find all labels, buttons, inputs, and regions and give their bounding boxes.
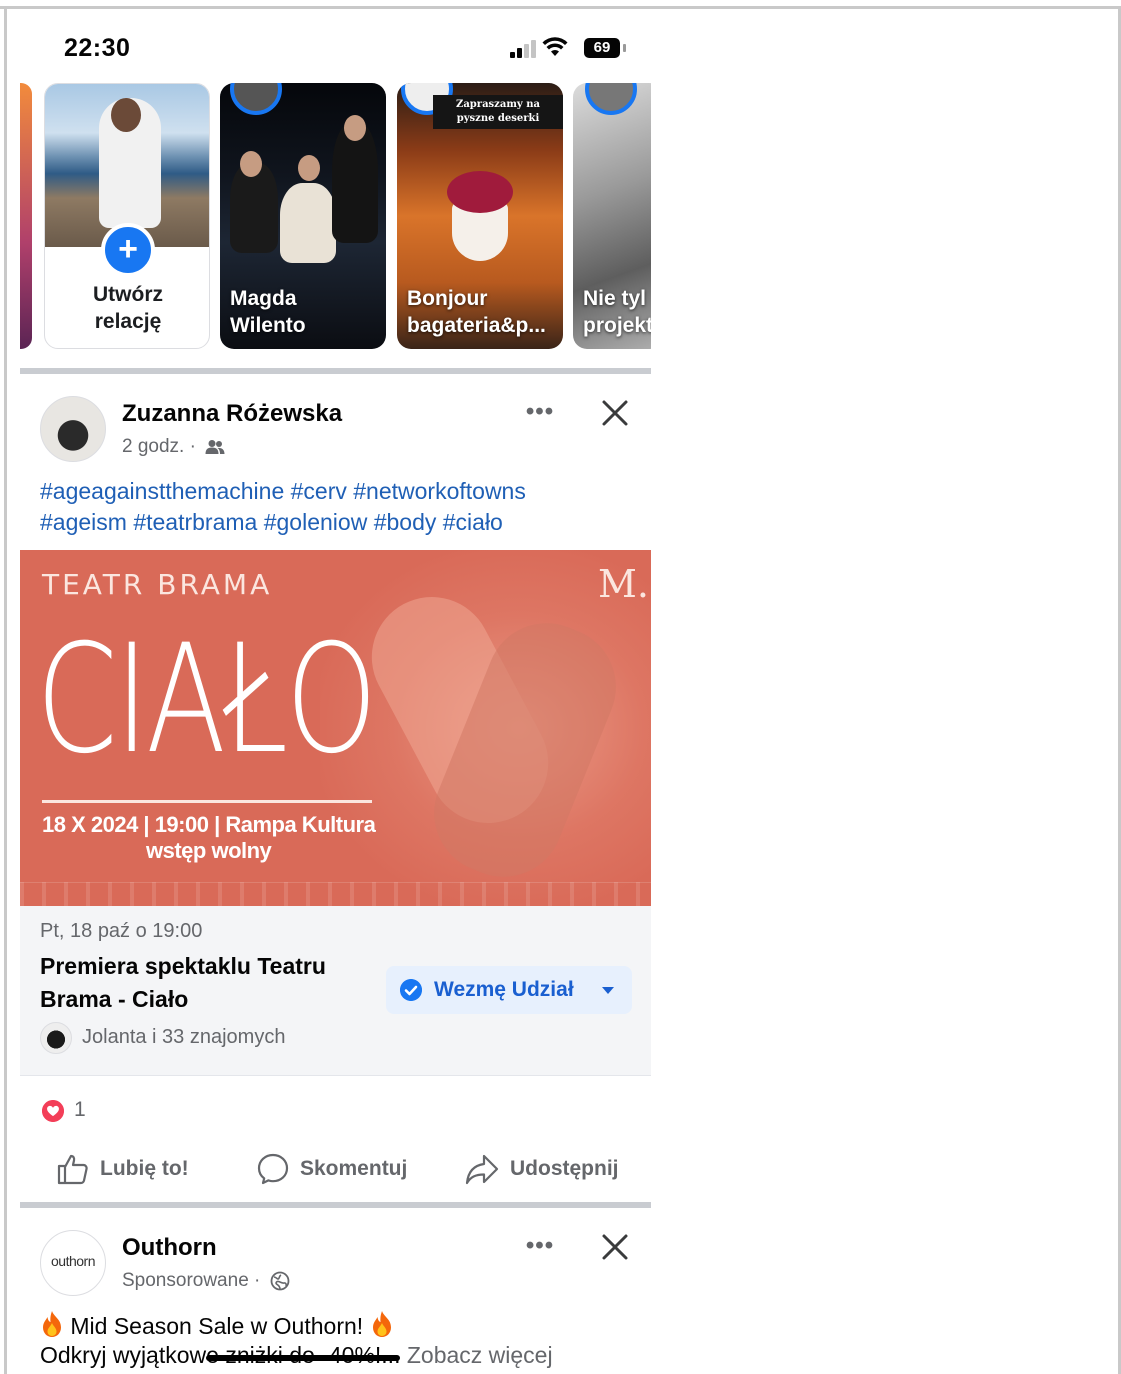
close-icon[interactable]	[598, 396, 632, 430]
author-avatar[interactable]	[40, 396, 106, 462]
story-bonjour-bagateria[interactable]: Zapraszamy na pyszne deserki Bonjour bag…	[397, 83, 563, 349]
fire-icon	[372, 1311, 391, 1337]
like-button[interactable]: Lubię to!	[56, 1152, 189, 1186]
decorative-pattern	[20, 882, 651, 906]
sponsored-meta: Sponsorowane ·	[122, 1270, 290, 1292]
post-time[interactable]: 2 godz.	[122, 436, 184, 457]
more-options-button[interactable]: •••	[520, 1232, 560, 1260]
ad-text-line2: Odkryj wyjątkowe zniżki do -40%!... Zoba…	[40, 1342, 553, 1369]
check-circle-icon	[400, 979, 422, 1001]
event-date: Pt, 18 paź o 19:00	[40, 920, 203, 942]
post-author[interactable]: Zuzanna Różewska	[122, 400, 342, 428]
going-button[interactable]: Wezmę Udział	[386, 966, 632, 1014]
see-more-link[interactable]: Zobacz więcej	[407, 1342, 553, 1368]
screenshot-border-top	[0, 6, 1121, 9]
story-overlay-text: Zapraszamy na pyszne deserki	[433, 95, 563, 129]
thumbs-up-icon	[57, 1154, 88, 1185]
globe-icon	[270, 1271, 290, 1291]
story-nie-tylko-projekt[interactable]: Nie tyl projekt	[573, 83, 651, 349]
create-story-label: Utwórz relację	[93, 283, 163, 333]
comment-button[interactable]: Skomentuj	[256, 1152, 407, 1186]
phone-screen: 22:30 69 + Utwórz relację Magda Wilento …	[20, 10, 651, 1374]
advertiser-avatar[interactable]: outhorn	[40, 1230, 106, 1296]
screenshot-border-left	[4, 6, 7, 1374]
stories-carousel[interactable]: + Utwórz relację Magda Wilento Zapraszam…	[20, 83, 651, 351]
theatre-name: TEATR BRAMA	[42, 568, 273, 601]
story-avatar-ring	[230, 83, 282, 115]
story-name: Nie tyl projekt	[583, 287, 651, 337]
show-title: CIAŁO	[36, 613, 378, 787]
event-info-line: 18 X 2024 | 19:00 | Rampa Kultura	[42, 812, 376, 837]
story-previous[interactable]	[20, 83, 32, 349]
like-label: Lubię to!	[100, 1157, 189, 1180]
friends-icon	[205, 439, 225, 454]
story-magda-wilento[interactable]: Magda Wilento	[220, 83, 386, 349]
share-arrow-icon	[465, 1154, 499, 1185]
going-label: Wezmę Udział	[434, 978, 574, 1001]
comment-bubble-icon	[257, 1153, 289, 1185]
caret-down-icon	[602, 987, 614, 994]
event-cover-image[interactable]: TEATR BRAMA M. CIAŁO 18 X 2024 | 19:00 |…	[20, 550, 651, 906]
post-hashtags[interactable]: #ageagainstthemachine #cerv #networkofto…	[40, 476, 640, 538]
battery-icon: 69	[584, 38, 620, 58]
signal-icon	[510, 40, 536, 58]
story-avatar-ring	[585, 83, 637, 115]
story-name: Bonjour bagateria&p...	[407, 287, 546, 337]
status-icons: 69	[510, 36, 630, 60]
battery-tip	[623, 44, 626, 52]
share-label: Udostępnij	[510, 1157, 619, 1180]
more-options-button[interactable]: •••	[520, 398, 560, 426]
section-divider	[20, 368, 651, 374]
reaction-count[interactable]: 1	[74, 1098, 86, 1122]
title-rule	[42, 800, 372, 803]
event-card[interactable]: Pt, 18 paź o 19:00 Premiera spektaklu Te…	[20, 906, 651, 1076]
comment-label: Skomentuj	[300, 1157, 408, 1180]
status-time: 22:30	[64, 34, 131, 62]
share-button[interactable]: Udostępnij	[464, 1152, 619, 1186]
ad-text-line1: Mid Season Sale w Outhorn!	[40, 1310, 394, 1340]
advertiser-name[interactable]: Outhorn	[122, 1234, 217, 1262]
plus-icon[interactable]: +	[101, 223, 155, 277]
advertiser-logo-text: outhorn	[51, 1253, 95, 1269]
create-story-card[interactable]: + Utwórz relację	[44, 83, 210, 349]
sponsored-label[interactable]: Sponsorowane	[122, 1270, 249, 1291]
event-title[interactable]: Premiera spektaklu Teatru Brama - Ciało	[40, 950, 380, 1016]
event-entry: wstęp wolny	[146, 838, 272, 863]
close-icon[interactable]	[598, 1230, 632, 1264]
friend-avatar	[40, 1022, 72, 1054]
wifi-icon	[542, 37, 568, 56]
friends-going[interactable]: Jolanta i 33 znajomych	[82, 1026, 285, 1049]
heart-reaction-icon[interactable]	[40, 1098, 66, 1124]
post-meta: 2 godz. ·	[122, 436, 225, 458]
theatre-logo: M.	[598, 562, 649, 606]
ad-headline: Mid Season Sale w Outhorn!	[70, 1313, 364, 1339]
ad-body-start: Odkryj wyjątkow	[40, 1342, 207, 1368]
ad-body-redacted: e zniżki do -40%!...	[206, 1342, 401, 1368]
story-name: Magda Wilento	[230, 287, 306, 337]
fire-icon	[43, 1311, 61, 1337]
section-divider	[20, 1202, 651, 1208]
